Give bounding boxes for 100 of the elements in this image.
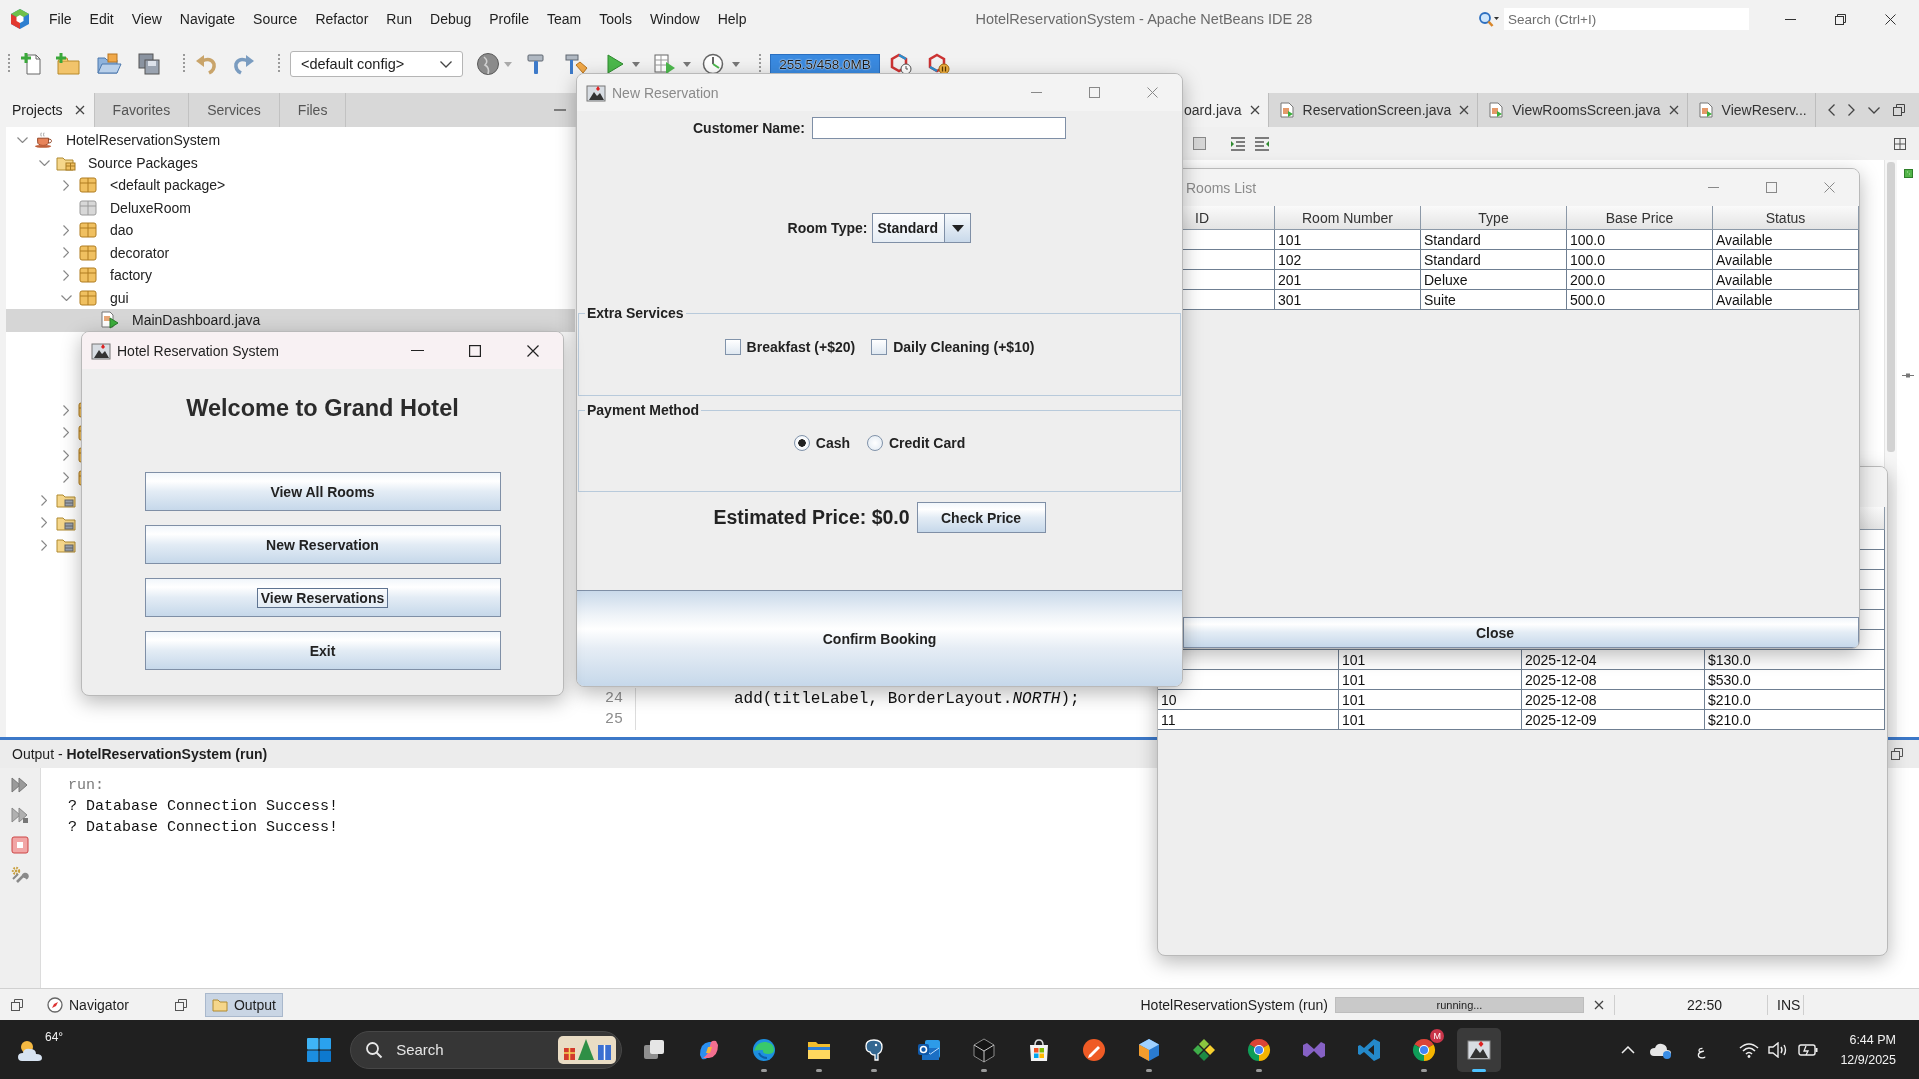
leaf-cluster-icon[interactable] [1191,1036,1218,1063]
tree-item[interactable]: gui [6,286,575,309]
close-icon[interactable] [1594,999,1604,1010]
radio-button[interactable] [793,435,810,451]
speaker-icon[interactable] [1768,1041,1789,1058]
close-icon[interactable] [74,105,85,115]
room-type-dropdown[interactable]: Standard [872,213,972,243]
menu-item[interactable]: Debug [421,11,481,27]
new-file-icon[interactable] [20,52,44,76]
chevron-left-icon[interactable] [1828,104,1835,116]
tree-item[interactable]: <default package> [6,174,575,197]
restore-icon[interactable] [1834,13,1846,25]
chevron-right-icon[interactable] [63,427,69,439]
caret-down-icon[interactable] [683,61,691,67]
caret-down-icon[interactable] [732,61,740,67]
search-icon[interactable] [1478,10,1500,28]
scrollbar-thumb[interactable] [1887,162,1895,452]
menu-item[interactable]: Refactor [306,11,378,27]
panel-tab[interactable]: Navigator [41,992,135,1017]
wave-circle-icon[interactable] [751,1036,778,1063]
chevron-right-icon[interactable] [63,224,69,236]
grid-play-icon[interactable] [653,53,677,75]
chevron-right-icon[interactable] [63,247,69,259]
language-indicator[interactable]: ع [1697,1041,1706,1058]
chevron-right-icon[interactable] [63,404,69,416]
stop-icon[interactable] [11,836,29,854]
minimize-icon[interactable] [1784,18,1796,20]
menu-item[interactable]: Help [708,11,756,27]
restore-icon[interactable] [1891,748,1903,760]
memory-meter[interactable]: 255.5/458.0MB [770,54,880,74]
editor-tab[interactable]: oard.java [1183,93,1269,127]
floppy-disks-icon[interactable] [137,52,161,76]
menu-item[interactable]: Edit [80,11,123,27]
clock[interactable]: 6:44 PM 12/9/2025 [1840,1029,1896,1070]
checkbox[interactable] [871,339,888,355]
tree-item[interactable]: MainDashboard.java [6,309,575,332]
close-icon[interactable] [1459,105,1470,115]
open-folder-icon[interactable] [96,52,122,76]
new-folder-icon[interactable] [55,52,81,76]
chevron-right-icon[interactable] [1848,104,1855,116]
hexagon-clock-icon[interactable] [889,53,913,75]
gauge-icon[interactable] [702,53,724,75]
menu-item[interactable]: Profile [480,11,538,27]
caret-down-icon[interactable] [632,61,640,67]
shift-right-icon[interactable] [1254,136,1270,151]
menu-item[interactable]: File [40,11,81,27]
menu-item[interactable]: Tools [590,11,641,27]
segmented-circle-icon[interactable] [1246,1036,1273,1063]
config-dropdown[interactable]: <default config> [290,51,463,77]
maximize-icon[interactable] [469,344,481,357]
chevron-right-icon[interactable] [63,472,69,484]
pen-circle-icon[interactable] [1081,1036,1108,1063]
close-icon[interactable] [527,344,539,357]
tree-item[interactable]: decorator [6,241,575,264]
tree-item[interactable]: factory [6,264,575,287]
hexagon-pause-icon[interactable] [927,53,951,75]
chevron-right-icon[interactable] [41,539,47,551]
close-icon[interactable] [1249,105,1260,115]
chevron-right-icon[interactable] [63,449,69,461]
tree-item[interactable]: HotelReservationSystem [6,129,575,152]
double-play-icon[interactable] [11,776,29,794]
redo-icon[interactable] [232,52,256,76]
settings-icon[interactable] [11,866,29,884]
ribbon-icon[interactable] [1356,1036,1383,1063]
menu-button[interactable]: View All Rooms [144,472,501,511]
close-button[interactable]: Close [1183,617,1859,648]
cube-icon[interactable] [971,1036,998,1063]
tree-item[interactable]: dao [6,219,575,242]
chevron-right-icon[interactable] [41,494,47,506]
menu-button[interactable]: Exit [144,631,501,670]
chevron-down-icon[interactable] [38,159,50,166]
menu-item[interactable]: Source [244,11,307,27]
close-icon[interactable] [1668,105,1679,115]
panel-tab[interactable]: Projects [6,93,95,127]
battery-icon[interactable] [1798,1042,1819,1057]
menu-button[interactable]: View Reservations [144,578,501,617]
tree-item[interactable]: Source Packages [6,151,575,174]
restore-icon[interactable] [1893,104,1905,116]
customer-name-field[interactable] [812,117,1066,139]
double-play-icon[interactable] [11,806,29,824]
restore-icon[interactable] [174,998,187,1011]
radio-label[interactable]: Cash [815,435,850,451]
checkbox[interactable] [724,339,741,355]
checkbox-label[interactable]: Daily Cleaning (+$10) [893,339,1035,355]
chevron-right-icon[interactable] [41,517,47,529]
wifi-icon[interactable] [1739,1041,1760,1058]
shift-left-icon[interactable] [1230,136,1246,151]
restore-icon[interactable] [11,998,23,1011]
square-icon[interactable] [1193,137,1206,150]
search-field[interactable]: Search (Ctrl+I) [1504,8,1749,30]
chevron-right-icon[interactable] [63,179,69,191]
hammer-broom-icon[interactable] [564,52,588,76]
chevron-up-icon[interactable] [1621,1045,1636,1054]
radio-label[interactable]: Credit Card [889,435,966,451]
menu-button[interactable]: New Reservation [144,525,501,564]
minimize-icon[interactable] [410,350,424,351]
chevron-right-icon[interactable] [63,269,69,281]
check-price-button[interactable]: Check Price [916,502,1046,533]
menu-item[interactable]: Team [537,11,591,27]
globe-icon[interactable] [476,52,500,76]
